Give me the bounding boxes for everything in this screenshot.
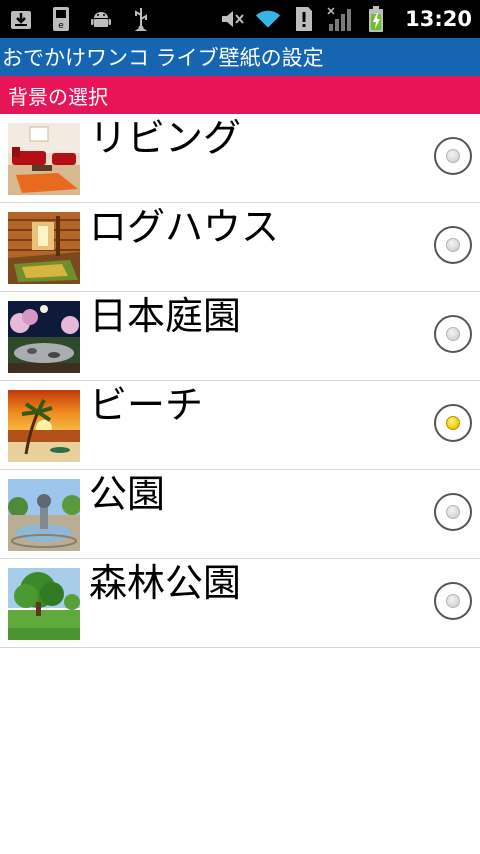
option-row-park[interactable]: 公園 — [0, 470, 480, 559]
radio-living[interactable] — [434, 137, 472, 175]
option-row-loghouse[interactable]: ログハウス — [0, 203, 480, 292]
radio-park[interactable] — [434, 493, 472, 531]
section-header: 背景の選択 — [0, 76, 480, 114]
section-title: 背景の選択 — [8, 84, 108, 109]
option-row-beach[interactable]: ビーチ — [0, 381, 480, 470]
background-option-list: リビング ログハウス 日本庭園 ビーチ 公園 森林公園 — [0, 114, 480, 648]
app-title-bar: おでかけワンコ ライブ壁紙の設定 — [0, 38, 480, 76]
beach-thumbnail — [8, 390, 80, 462]
living-thumbnail — [8, 123, 80, 195]
option-label: 森林公園 — [89, 561, 242, 605]
option-row-living[interactable]: リビング — [0, 114, 480, 203]
mute-icon — [219, 6, 245, 32]
sd-card-icon: e — [48, 6, 74, 32]
android-debug-icon — [88, 6, 114, 32]
loghouse-thumbnail — [8, 212, 80, 284]
option-label: ログハウス — [89, 205, 280, 249]
option-label: ビーチ — [89, 383, 204, 427]
option-row-forest-park[interactable]: 森林公園 — [0, 559, 480, 648]
battery-charging-icon — [363, 6, 389, 32]
forest-thumbnail — [8, 568, 80, 640]
option-row-japanese-garden[interactable]: 日本庭園 — [0, 292, 480, 381]
wifi-icon — [255, 6, 281, 32]
status-time: 13:20 — [405, 7, 472, 31]
app-title: おでかけワンコ ライブ壁紙の設定 — [2, 46, 324, 70]
garden-thumbnail — [8, 301, 80, 373]
radio-japanese-garden[interactable] — [434, 315, 472, 353]
park-thumbnail — [8, 479, 80, 551]
option-label: 日本庭園 — [89, 294, 242, 338]
option-label: 公園 — [89, 472, 166, 516]
alert-icon — [291, 6, 317, 32]
usb-icon — [128, 6, 154, 32]
radio-beach[interactable] — [434, 404, 472, 442]
radio-loghouse[interactable] — [434, 226, 472, 264]
download-icon — [8, 6, 34, 32]
radio-forest-park[interactable] — [434, 582, 472, 620]
signal-icon — [327, 6, 353, 32]
option-label: リビング — [89, 116, 242, 160]
status-bar: e 13:20 — [0, 0, 480, 38]
svg-text:e: e — [58, 21, 64, 31]
